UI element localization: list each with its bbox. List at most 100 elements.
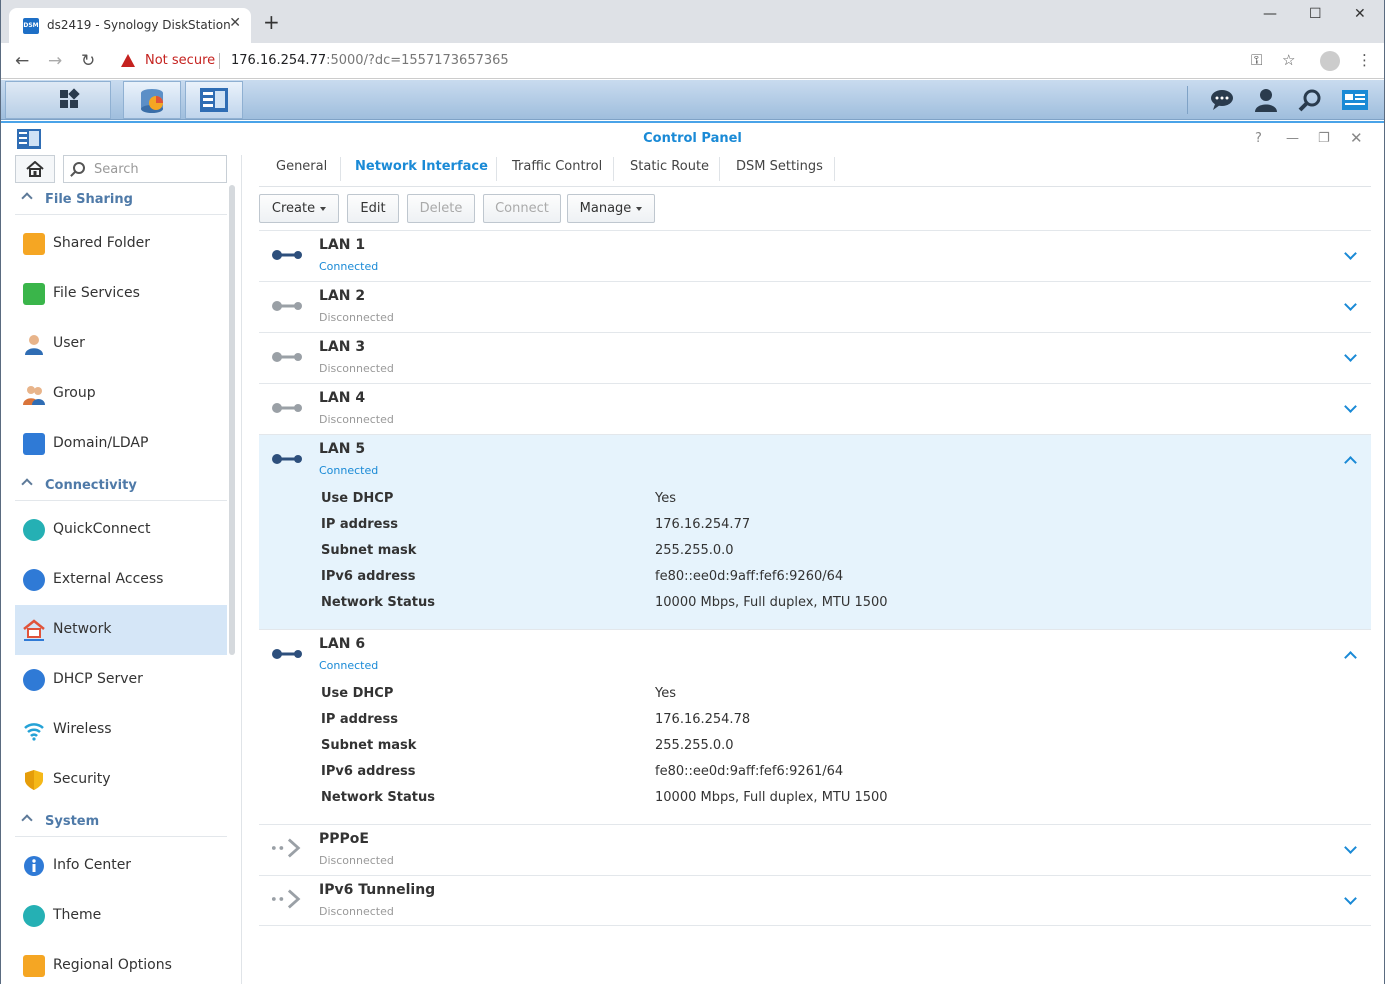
- storage-manager-taskbar-button[interactable]: [123, 81, 181, 119]
- reload-icon[interactable]: ↻: [81, 51, 95, 71]
- control-panel-icon: [200, 88, 228, 112]
- window-title: Control Panel: [643, 131, 742, 146]
- user-icon: [23, 333, 45, 355]
- tab-network-interface[interactable]: Network Interface: [355, 159, 488, 185]
- help-icon[interactable]: ?: [1255, 131, 1262, 146]
- caret-down-icon: [636, 206, 643, 211]
- search-icon[interactable]: [1298, 88, 1322, 112]
- sidebar-item-external-access[interactable]: External Access: [15, 555, 227, 605]
- back-icon[interactable]: ←: [15, 51, 29, 71]
- chevron-down-icon[interactable]: [1344, 298, 1357, 311]
- external-access-icon: [23, 569, 45, 591]
- sidebar-item-theme[interactable]: Theme: [15, 891, 227, 941]
- minimize-window-icon[interactable]: —: [1263, 6, 1277, 22]
- tab-traffic-control[interactable]: Traffic Control: [512, 159, 602, 185]
- restore-icon[interactable]: ❐: [1318, 131, 1330, 146]
- chevron-down-icon[interactable]: [1344, 892, 1357, 905]
- star-icon[interactable]: ☆: [1282, 51, 1295, 69]
- chevron-down-icon[interactable]: [1344, 349, 1357, 362]
- sidebar-item-regional-options[interactable]: Regional Options: [15, 941, 227, 984]
- interface-status: Disconnected: [319, 854, 394, 867]
- sidebar-item-security[interactable]: Security: [15, 755, 227, 805]
- regional-options-icon: [23, 955, 45, 977]
- chevron-up-icon[interactable]: [1344, 651, 1357, 664]
- close-tab-icon[interactable]: ✕: [229, 15, 241, 31]
- search-placeholder: Search: [94, 162, 139, 177]
- url-host: 176.16.254.77: [231, 53, 327, 68]
- notifications-chat-icon[interactable]: [1210, 88, 1234, 112]
- new-tab-icon[interactable]: +: [263, 12, 280, 32]
- interface-row-lan1[interactable]: LAN 1 Connected: [259, 230, 1371, 281]
- menu-dots-icon[interactable]: ⋮: [1357, 51, 1372, 69]
- browser-tab[interactable]: DSM ds2419 - Synology DiskStation ✕: [9, 8, 251, 43]
- sidebar-item-wireless[interactable]: Wireless: [15, 705, 227, 755]
- sidebar-item-network[interactable]: Network: [15, 605, 227, 655]
- caret-down-icon: [320, 206, 327, 211]
- interface-row-lan3[interactable]: LAN 3 Disconnected: [259, 332, 1371, 383]
- window-titlebar[interactable]: Control Panel ? — ❐ ✕: [1, 121, 1384, 155]
- tab-static-route[interactable]: Static Route: [630, 159, 709, 185]
- group-icon: [23, 383, 45, 405]
- chevron-up-icon[interactable]: [1344, 456, 1357, 469]
- interface-name: LAN 3: [319, 339, 366, 355]
- manage-button[interactable]: Manage: [567, 194, 655, 223]
- edit-button[interactable]: Edit: [347, 194, 399, 223]
- main-menu-button[interactable]: [5, 81, 111, 119]
- minimize-icon[interactable]: —: [1286, 131, 1299, 146]
- network-icon: [23, 619, 45, 641]
- url-text[interactable]: 176.16.254.77:5000/?dc=1557173657365: [231, 53, 509, 68]
- lan-disconnected-icon: [272, 403, 302, 413]
- search-input[interactable]: Search: [63, 155, 227, 183]
- interface-row-pppoe[interactable]: PPPoE Disconnected: [259, 824, 1371, 875]
- browser-toolbar: ← → ↻ Not secure 176.16.254.77:5000/?dc=…: [1, 43, 1384, 79]
- control-panel-taskbar-button[interactable]: [185, 81, 243, 119]
- chevron-up-icon: [21, 192, 33, 204]
- profile-avatar-icon[interactable]: [1320, 51, 1340, 71]
- home-icon: [26, 161, 44, 177]
- interface-status: Disconnected: [319, 362, 394, 375]
- interface-status: Connected: [319, 659, 379, 672]
- sidebar-item-quickconnect[interactable]: QuickConnect: [15, 505, 227, 555]
- section-connectivity[interactable]: Connectivity: [15, 471, 227, 501]
- sidebar-item-domain-ldap[interactable]: Domain/LDAP: [15, 419, 227, 469]
- dsm-taskbar: [1, 80, 1384, 120]
- forward-icon[interactable]: →: [48, 51, 62, 71]
- sidebar-item-user[interactable]: User: [15, 319, 227, 369]
- tab-general[interactable]: General: [276, 159, 327, 185]
- section-file-sharing[interactable]: File Sharing: [15, 185, 227, 215]
- interface-name: PPPoE: [319, 831, 369, 847]
- create-button[interactable]: Create: [259, 194, 339, 223]
- chevron-up-icon: [21, 478, 33, 490]
- close-icon[interactable]: ✕: [1350, 129, 1363, 147]
- interface-name: LAN 1: [319, 237, 366, 253]
- user-options-icon[interactable]: [1254, 88, 1278, 112]
- chevron-down-icon[interactable]: [1344, 247, 1357, 260]
- sidebar-scrollbar[interactable]: [229, 185, 235, 655]
- section-system[interactable]: System: [15, 807, 227, 837]
- sidebar-item-file-services[interactable]: File Services: [15, 269, 227, 319]
- address-bar[interactable]: Not secure 176.16.254.77:5000/?dc=155717…: [111, 47, 1311, 75]
- maximize-window-icon[interactable]: ☐: [1309, 6, 1322, 22]
- interface-row-lan2[interactable]: LAN 2 Disconnected: [259, 281, 1371, 332]
- connect-button[interactable]: Connect: [483, 194, 561, 223]
- key-icon[interactable]: ⚿: [1251, 51, 1262, 69]
- sidebar-item-dhcp-server[interactable]: DHCP Server: [15, 655, 227, 705]
- chevron-down-icon[interactable]: [1344, 841, 1357, 854]
- home-button[interactable]: [15, 155, 55, 183]
- sidebar-item-group[interactable]: Group: [15, 369, 227, 419]
- shared-folder-icon: [23, 233, 45, 255]
- not-secure-label[interactable]: Not secure: [145, 53, 215, 68]
- interface-row-lan4[interactable]: LAN 4 Disconnected: [259, 383, 1371, 434]
- interface-row-ipv6-tunneling[interactable]: IPv6 Tunneling Disconnected: [259, 875, 1371, 926]
- chevron-down-icon[interactable]: [1344, 400, 1357, 413]
- close-window-icon[interactable]: ✕: [1354, 6, 1366, 22]
- interface-row-lan6[interactable]: LAN 6 Connected Use DHCP Yes IP address 17…: [259, 629, 1371, 824]
- interface-status: Disconnected: [319, 413, 394, 426]
- widgets-icon[interactable]: [1341, 88, 1369, 112]
- tab-dsm-settings[interactable]: DSM Settings: [736, 159, 823, 185]
- interface-row-lan5[interactable]: LAN 5 Connected Use DHCP Yes IP address 17…: [259, 434, 1371, 629]
- security-icon: [23, 769, 45, 791]
- sidebar-item-shared-folder[interactable]: Shared Folder: [15, 219, 227, 269]
- delete-button[interactable]: Delete: [407, 194, 475, 223]
- sidebar-item-info-center[interactable]: Info Center: [15, 841, 227, 891]
